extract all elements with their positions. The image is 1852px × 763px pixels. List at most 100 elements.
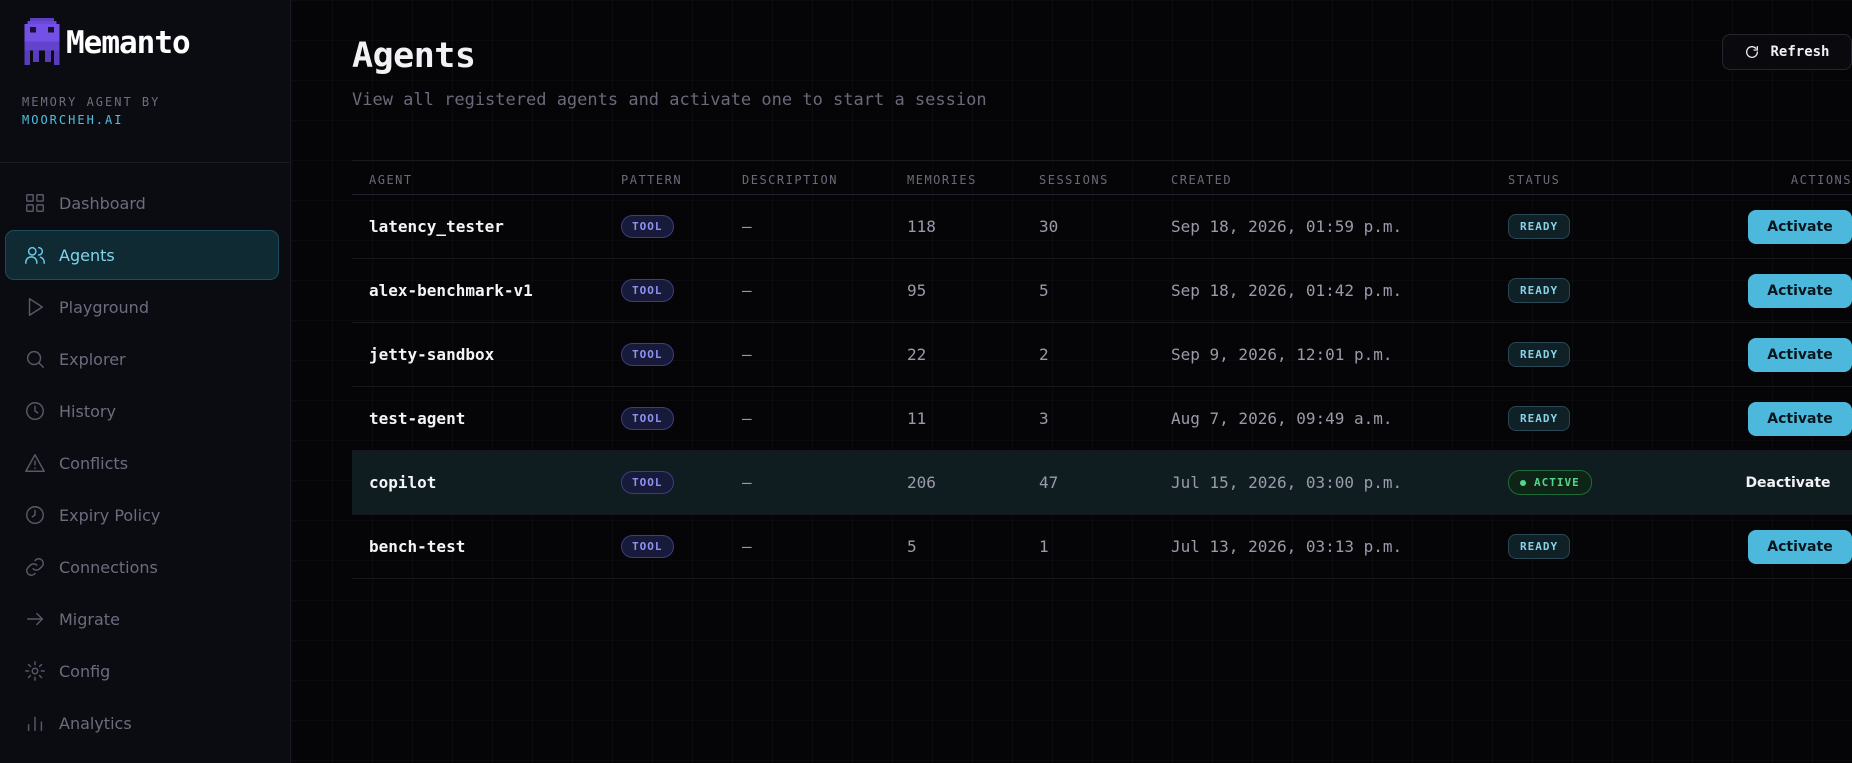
sessions-count: 2 (1039, 345, 1049, 364)
status-badge: READY (1508, 534, 1571, 559)
sidebar-item-conflicts[interactable]: Conflicts (5, 438, 279, 488)
status-dot-icon (1520, 479, 1526, 486)
pattern-tag: TOOL (621, 535, 674, 558)
status-badge-active: ACTIVE (1508, 470, 1592, 495)
refresh-label: Refresh (1770, 44, 1830, 60)
table-row[interactable]: alex-benchmark-v1 TOOL — 95 5 Sep 18, 20… (352, 259, 1852, 323)
users-icon (25, 246, 45, 264)
agent-description: — (742, 409, 752, 428)
play-icon (28, 298, 44, 316)
brand-name: Memanto (66, 25, 191, 61)
warning-icon (25, 454, 45, 472)
sidebar-item-history[interactable]: History (5, 386, 279, 436)
sidebar-item-label: Analytics (59, 713, 132, 733)
sidebar: Memanto MEMORY AGENT BY MOORCHEH.AI Dash… (0, 0, 291, 763)
memories-count: 206 (907, 473, 936, 492)
link-icon (26, 558, 44, 576)
actions-cell: Deactivate (1736, 451, 1852, 514)
memories-count: 5 (907, 537, 917, 556)
status-cell: READY (1508, 515, 1571, 578)
pattern-cell: TOOL (621, 259, 674, 322)
tagline: MEMORY AGENT BY MOORCHEH.AI (22, 93, 160, 129)
sidebar-item-analytics[interactable]: Analytics (5, 698, 279, 748)
sidebar-item-label: Expiry Policy (59, 505, 161, 525)
column-header-status[interactable]: STATUS (1508, 173, 1560, 187)
activate-button[interactable]: Activate (1748, 209, 1852, 244)
column-header-created[interactable]: CREATED (1171, 173, 1232, 187)
memories-count: 11 (907, 409, 927, 428)
table-row-active[interactable]: copilot TOOL — 206 47 Jul 15, 2026, 03:0… (352, 451, 1852, 515)
table-row[interactable]: jetty-sandbox TOOL — 22 2 Sep 9, 2026, 1… (352, 323, 1852, 387)
agent-description: — (742, 217, 752, 236)
status-cell: READY (1508, 387, 1571, 450)
table-row[interactable]: bench-test TOOL — 5 1 Jul 13, 2026, 03:1… (352, 515, 1852, 579)
page-title: Agents (352, 36, 476, 76)
created-date: Sep 18, 2026, 01:42 p.m. (1171, 281, 1403, 300)
tagline-org[interactable]: MOORCHEH.AI (22, 111, 160, 129)
pattern-tag: TOOL (621, 279, 674, 302)
expiry-clock-icon (26, 506, 44, 524)
activate-button[interactable]: Activate (1748, 401, 1852, 436)
table-row[interactable]: latency_tester TOOL — 118 30 Sep 18, 202… (352, 195, 1852, 259)
agent-name: latency_tester (369, 217, 504, 236)
sidebar-item-dashboard[interactable]: Dashboard (5, 178, 279, 228)
status-badge: READY (1508, 278, 1571, 303)
refresh-button[interactable]: Refresh (1722, 34, 1852, 70)
grid-icon (26, 194, 44, 212)
column-header-sessions[interactable]: SESSIONS (1039, 173, 1109, 187)
sidebar-item-connections[interactable]: Connections (5, 542, 279, 592)
created-date: Jul 13, 2026, 03:13 p.m. (1171, 537, 1403, 556)
pattern-cell: TOOL (621, 323, 674, 386)
brand[interactable]: Memanto (24, 18, 191, 68)
sidebar-divider (0, 162, 291, 163)
sidebar-item-agents[interactable]: Agents (5, 230, 279, 280)
sessions-count: 5 (1039, 281, 1049, 300)
sidebar-item-expiry-policy[interactable]: Expiry Policy (5, 490, 279, 540)
column-header-description[interactable]: DESCRIPTION (742, 173, 838, 187)
status-badge: READY (1508, 214, 1571, 239)
pattern-cell: TOOL (621, 387, 674, 450)
gear-icon (25, 661, 45, 681)
pattern-cell: TOOL (621, 515, 674, 578)
table-header: AGENT PATTERN DESCRIPTION MEMORIES SESSI… (352, 160, 1852, 195)
column-header-agent[interactable]: AGENT (369, 173, 413, 187)
status-badge: READY (1508, 406, 1571, 431)
pattern-tag: TOOL (621, 471, 674, 494)
created-date: Aug 7, 2026, 09:49 a.m. (1171, 409, 1393, 428)
pattern-tag: TOOL (621, 407, 674, 430)
column-header-pattern[interactable]: PATTERN (621, 173, 682, 187)
sidebar-item-label: Playground (59, 297, 149, 317)
pattern-tag: TOOL (621, 215, 674, 238)
actions-cell: Activate (1748, 259, 1852, 322)
memories-count: 95 (907, 281, 927, 300)
status-cell: READY (1508, 323, 1571, 386)
created-date: Sep 9, 2026, 12:01 p.m. (1171, 345, 1393, 364)
sidebar-item-explorer[interactable]: Explorer (5, 334, 279, 384)
created-date: Jul 15, 2026, 03:00 p.m. (1171, 473, 1403, 492)
status-label: ACTIVE (1534, 476, 1580, 489)
status-cell: READY (1508, 195, 1571, 258)
sidebar-item-label: Conflicts (59, 453, 129, 473)
column-header-actions: ACTIONS (1790, 173, 1852, 187)
column-header-memories[interactable]: MEMORIES (907, 173, 977, 187)
deactivate-button[interactable]: Deactivate (1736, 466, 1840, 500)
table-row[interactable]: test-agent TOOL — 11 3 Aug 7, 2026, 09:4… (352, 387, 1852, 451)
activate-button[interactable]: Activate (1748, 337, 1852, 372)
agent-description: — (742, 537, 752, 556)
sidebar-item-label: Config (59, 661, 111, 681)
sidebar-item-label: Explorer (59, 349, 126, 369)
sidebar-item-config[interactable]: Config (5, 646, 279, 696)
actions-cell: Activate (1748, 515, 1852, 578)
sessions-count: 1 (1039, 537, 1049, 556)
sidebar-item-migrate[interactable]: Migrate (5, 594, 279, 644)
bar-chart-icon (27, 716, 43, 732)
agent-description: — (742, 345, 752, 364)
agent-name: jetty-sandbox (369, 345, 495, 364)
activate-button[interactable]: Activate (1748, 529, 1852, 564)
sidebar-item-playground[interactable]: Playground (5, 282, 279, 332)
pattern-cell: TOOL (621, 451, 674, 514)
sidebar-item-label: Dashboard (59, 193, 146, 213)
activate-button[interactable]: Activate (1748, 273, 1852, 308)
page-subtitle: View all registered agents and activate … (352, 90, 987, 110)
sidebar-item-label: History (59, 401, 116, 421)
